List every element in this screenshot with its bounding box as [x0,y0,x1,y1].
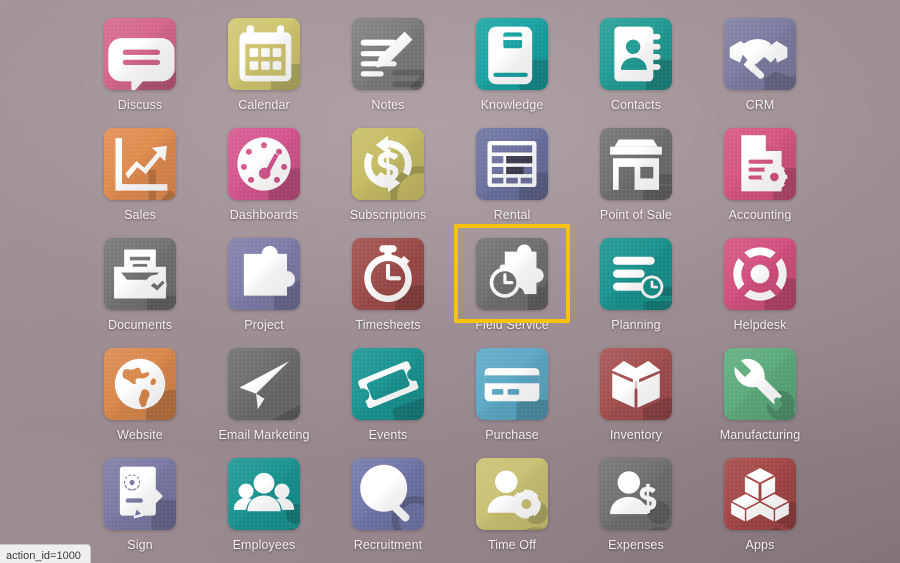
app-tile-sign[interactable]: Sign [78,458,202,563]
calendar-grid-icon [476,128,548,200]
app-label: Apps [745,538,775,552]
app-tile-helpdesk[interactable]: Helpdesk [698,238,822,348]
invoice-gear-icon [724,128,796,200]
app-label: Calendar [238,98,290,112]
app-label: Discuss [117,98,163,112]
app-launcher-grid: Discuss Calendar Notes Knowledge Contact… [0,0,900,563]
app-label: Dashboards [229,208,299,222]
app-tile-knowledge[interactable]: Knowledge [450,18,574,128]
file-box-check-icon [104,238,176,310]
app-label: Project [244,318,284,332]
credit-card-icon [476,348,548,420]
app-label: Recruitment [353,538,423,552]
paper-plane-icon [228,348,300,420]
planning-bars-icon [600,238,672,310]
app-label: Sales [124,208,156,222]
app-tile-accounting[interactable]: Accounting [698,128,822,238]
app-label: Rental [493,208,531,222]
calendar-icon [228,18,300,90]
app-tile-dashboards[interactable]: Dashboards [202,128,326,238]
app-label: Manufacturing [719,428,801,442]
cubes-icon [724,458,796,530]
app-label: Helpdesk [733,318,787,332]
app-tile-apps[interactable]: Apps [698,458,822,563]
app-tile-website[interactable]: Website [78,348,202,458]
app-tile-calendar[interactable]: Calendar [202,18,326,128]
person-gear-icon [476,458,548,530]
dollar-refresh-icon [352,128,424,200]
app-label: Subscriptions [349,208,427,222]
app-tile-expenses[interactable]: Expenses [574,458,698,563]
status-tooltip: action_id=1000 [0,544,91,563]
handshake-icon [724,18,796,90]
chart-up-icon [104,128,176,200]
book-icon [476,18,548,90]
app-label: Notes [371,98,405,112]
app-tile-discuss[interactable]: Discuss [78,18,202,128]
app-label: Sign [127,538,153,552]
app-label: Website [117,428,163,442]
puzzle-icon [228,238,300,310]
shop-icon [600,128,672,200]
app-label: Time Off [487,538,537,552]
app-tile-timesheets[interactable]: Timesheets [326,238,450,348]
app-tile-crm[interactable]: CRM [698,18,822,128]
app-label: Email Marketing [218,428,310,442]
app-label: Purchase [485,428,539,442]
app-tile-events[interactable]: Events [326,348,450,458]
lifebuoy-icon [724,238,796,310]
app-tile-documents[interactable]: Documents [78,238,202,348]
app-tile-time-off[interactable]: Time Off [450,458,574,563]
globe-icon [104,348,176,420]
app-tile-planning[interactable]: Planning [574,238,698,348]
people-group-icon [228,458,300,530]
app-label: Inventory [609,428,663,442]
app-tile-purchase[interactable]: Purchase [450,348,574,458]
app-tile-email-marketing[interactable]: Email Marketing [202,348,326,458]
app-tile-sales[interactable]: Sales [78,128,202,238]
app-tile-rental[interactable]: Rental [450,128,574,238]
sign-document-icon [104,458,176,530]
app-tile-inventory[interactable]: Inventory [574,348,698,458]
app-tile-notes[interactable]: Notes [326,18,450,128]
app-tile-contacts[interactable]: Contacts [574,18,698,128]
app-tile-employees[interactable]: Employees [202,458,326,563]
wrench-icon [724,348,796,420]
app-label: Field Service [475,318,549,332]
puzzle-clock-icon [476,238,548,310]
note-pencil-icon [352,18,424,90]
app-label: Expenses [608,538,664,552]
app-label: Events [368,428,408,442]
app-tile-manufacturing[interactable]: Manufacturing [698,348,822,458]
app-tile-field-service[interactable]: Field Service [450,238,574,348]
app-label: Accounting [728,208,792,222]
person-dollar-icon [600,458,672,530]
stopwatch-icon [352,238,424,310]
chat-bubble-icon [104,18,176,90]
app-tile-project[interactable]: Project [202,238,326,348]
app-tile-recruitment[interactable]: Recruitment [326,458,450,563]
app-label: Employees [232,538,296,552]
app-label: Knowledge [480,98,544,112]
gauge-icon [228,128,300,200]
app-label: Contacts [610,98,662,112]
ticket-icon [352,348,424,420]
app-tile-point-of-sale[interactable]: Point of Sale [574,128,698,238]
address-book-icon [600,18,672,90]
app-tile-subscriptions[interactable]: Subscriptions [326,128,450,238]
app-label: Point of Sale [599,208,673,222]
app-label: Planning [611,318,661,332]
app-label: Documents [107,318,173,332]
open-box-icon [600,348,672,420]
app-label: CRM [745,98,775,112]
magnifier-person-icon [352,458,424,530]
app-label: Timesheets [355,318,421,332]
